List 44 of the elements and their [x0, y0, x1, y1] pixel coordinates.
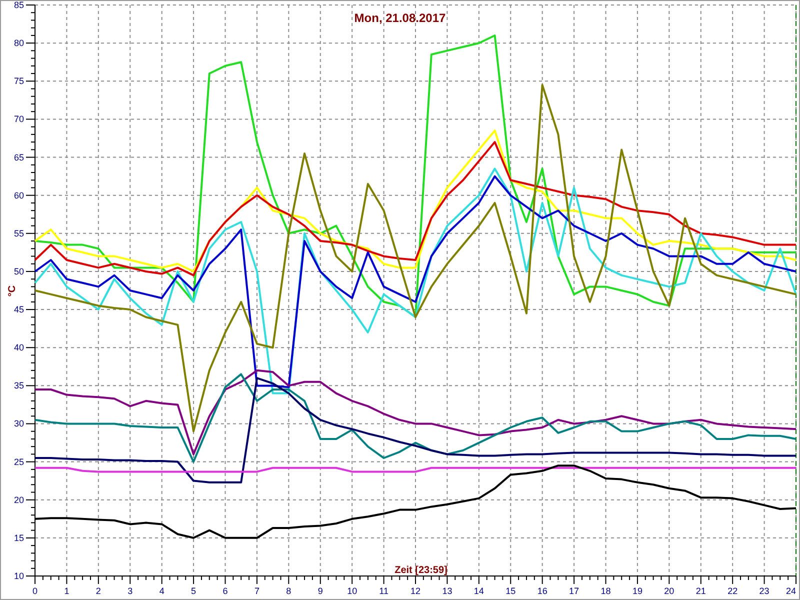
- y-tick-label: 50: [14, 266, 24, 276]
- x-tick-label: 6: [222, 586, 228, 596]
- x-tick-label: 18: [600, 586, 611, 596]
- x-tick-label: 4: [159, 586, 164, 596]
- x-tick-label: 2: [96, 586, 101, 596]
- chart-title: Mon, 21.08.2017: [354, 11, 446, 25]
- y-tick-label: 75: [14, 76, 24, 86]
- x-tick-label: 12: [410, 586, 420, 596]
- y-tick-label: 70: [14, 114, 24, 124]
- y-tick-label: 45: [14, 304, 24, 315]
- y-tick-label: 15: [14, 532, 24, 543]
- x-tick-label: 8: [286, 586, 292, 596]
- x-axis-label: Zeit [23:59]: [394, 565, 448, 576]
- x-tick-label: 19: [632, 586, 642, 596]
- x-tick-label: 7: [254, 586, 260, 596]
- y-axis-label: °C: [7, 285, 18, 297]
- y-tick-label: 60: [14, 190, 24, 200]
- x-tick-label: 11: [379, 586, 388, 596]
- y-tick-label: 85: [14, 1, 24, 10]
- x-tick-label: 1: [64, 586, 70, 596]
- y-tick-label: 65: [14, 152, 24, 162]
- x-tick-label: 13: [442, 586, 452, 596]
- x-tick-label: 20: [664, 586, 674, 596]
- x-tick-label: 23: [759, 586, 770, 596]
- x-tick-label: 17: [569, 586, 580, 596]
- y-tick-label: 30: [14, 418, 24, 429]
- x-tick-label: 0: [32, 586, 38, 596]
- x-tick-label: 9: [318, 586, 323, 596]
- x-tick-label: 14: [474, 586, 484, 596]
- y-tick-label: 10: [14, 571, 24, 581]
- x-tick-label: 24: [786, 586, 796, 596]
- y-tick-label: 20: [14, 494, 24, 505]
- x-tick-label: 22: [728, 586, 738, 596]
- x-tick-label: 3: [128, 586, 133, 596]
- y-tick-label: 80: [14, 38, 24, 48]
- y-tick-label: 55: [14, 228, 24, 238]
- y-tick-label: 25: [14, 456, 24, 467]
- y-tick-label: 35: [14, 380, 24, 391]
- y-tick-label: 40: [14, 342, 24, 353]
- x-tick-label: 21: [696, 586, 706, 596]
- x-tick-label: 16: [537, 586, 548, 596]
- x-tick-label: 15: [506, 586, 516, 596]
- x-tick-label: 10: [347, 586, 358, 596]
- x-tick-label: 5: [191, 586, 196, 596]
